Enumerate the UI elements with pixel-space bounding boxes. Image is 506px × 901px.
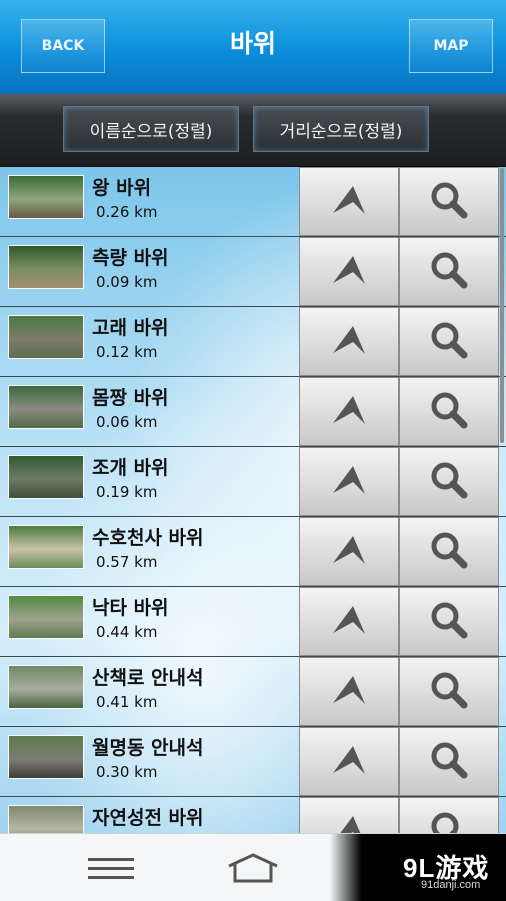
navigate-arrow-icon xyxy=(329,673,369,711)
rock-thumbnail xyxy=(8,595,84,639)
sort-by-distance-button[interactable]: 거리순으로(정렬) xyxy=(253,106,429,152)
rock-thumbnail xyxy=(8,525,84,569)
navigate-arrow-icon xyxy=(329,183,369,221)
list-item[interactable]: 자연성전 바위 xyxy=(0,797,506,833)
home-icon[interactable] xyxy=(226,853,280,883)
magnifier-icon xyxy=(429,320,469,364)
app-header: BACK 바위 MAP xyxy=(0,0,506,94)
search-button[interactable] xyxy=(399,307,499,376)
search-button[interactable] xyxy=(399,797,499,833)
navigate-arrow-icon xyxy=(329,743,369,781)
magnifier-icon xyxy=(429,740,469,784)
magnifier-icon xyxy=(429,670,469,714)
rock-thumbnail xyxy=(8,315,84,359)
map-button[interactable]: MAP xyxy=(409,19,493,73)
rock-distance: 0.09 km xyxy=(96,273,158,291)
rock-thumbnail xyxy=(8,455,84,499)
search-button[interactable] xyxy=(399,727,499,796)
rock-distance: 0.12 km xyxy=(96,343,158,361)
rock-thumbnail xyxy=(8,735,84,779)
navigate-arrow-icon xyxy=(329,463,369,501)
rock-distance: 0.06 km xyxy=(96,413,158,431)
navigate-button[interactable] xyxy=(299,377,399,446)
magnifier-icon xyxy=(429,460,469,504)
rock-distance: 0.19 km xyxy=(96,483,158,501)
navigate-button[interactable] xyxy=(299,237,399,306)
rock-name: 고래 바위 xyxy=(92,317,169,339)
rock-thumbnail xyxy=(8,175,84,219)
rock-thumbnail xyxy=(8,665,84,709)
list-item[interactable]: 측량 바위 0.09 km xyxy=(0,237,506,307)
list-item[interactable]: 낙타 바위 0.44 km xyxy=(0,587,506,657)
navigate-button[interactable] xyxy=(299,727,399,796)
navigate-arrow-icon xyxy=(329,533,369,571)
watermark-url: 91danji.com xyxy=(421,879,481,891)
search-button[interactable] xyxy=(399,167,499,236)
rock-name: 산책로 안내석 xyxy=(92,667,204,689)
list-item[interactable]: 월명동 안내석 0.30 km xyxy=(0,727,506,797)
list-item[interactable]: 고래 바위 0.12 km xyxy=(0,307,506,377)
sort-toolbar: 이름순으로(정렬) 거리순으로(정렬) xyxy=(0,94,506,168)
navigate-arrow-icon xyxy=(329,323,369,361)
magnifier-icon xyxy=(429,530,469,574)
search-button[interactable] xyxy=(399,447,499,516)
magnifier-icon xyxy=(429,600,469,644)
navigate-button[interactable] xyxy=(299,307,399,376)
search-button[interactable] xyxy=(399,377,499,446)
navigate-button[interactable] xyxy=(299,447,399,516)
rock-distance: 0.57 km xyxy=(96,553,158,571)
rock-name: 측량 바위 xyxy=(92,247,169,269)
list-item[interactable]: 왕 바위 0.26 km xyxy=(0,167,506,237)
navigate-button[interactable] xyxy=(299,587,399,656)
navigate-button[interactable] xyxy=(299,517,399,586)
rock-thumbnail xyxy=(8,245,84,289)
rock-thumbnail xyxy=(8,385,84,429)
list-scrollbar[interactable] xyxy=(500,168,504,443)
search-button[interactable] xyxy=(399,237,499,306)
sort-by-name-button[interactable]: 이름순으로(정렬) xyxy=(63,106,239,152)
list-item[interactable]: 몸짱 바위 0.06 km xyxy=(0,377,506,447)
navigate-arrow-icon xyxy=(329,603,369,641)
rock-name: 낙타 바위 xyxy=(92,597,169,619)
search-button[interactable] xyxy=(399,517,499,586)
navigate-arrow-icon xyxy=(329,813,369,833)
rock-name: 조개 바위 xyxy=(92,457,169,479)
rock-distance: 0.26 km xyxy=(96,203,158,221)
list-item[interactable]: 수호천사 바위 0.57 km xyxy=(0,517,506,587)
rock-name: 몸짱 바위 xyxy=(92,387,169,409)
magnifier-icon xyxy=(429,390,469,434)
rock-distance: 0.41 km xyxy=(96,693,158,711)
rock-distance: 0.30 km xyxy=(96,763,158,781)
list-item[interactable]: 산책로 안내석 0.41 km xyxy=(0,657,506,727)
navigate-arrow-icon xyxy=(329,253,369,291)
search-button[interactable] xyxy=(399,587,499,656)
search-button[interactable] xyxy=(399,657,499,726)
magnifier-icon xyxy=(429,180,469,224)
navigate-button[interactable] xyxy=(299,657,399,726)
rock-name: 수호천사 바위 xyxy=(92,527,204,549)
rock-name: 자연성전 바위 xyxy=(92,807,204,829)
rock-name: 왕 바위 xyxy=(92,177,152,199)
rock-thumbnail xyxy=(8,805,84,833)
navigate-button[interactable] xyxy=(299,797,399,833)
magnifier-icon xyxy=(429,810,469,833)
magnifier-icon xyxy=(429,250,469,294)
rock-name: 월명동 안내석 xyxy=(92,737,204,759)
navigate-button[interactable] xyxy=(299,167,399,236)
rock-list[interactable]: 왕 바위 0.26 km 측량 바위 0.09 km 고래 바위 0.12 km 몸짱 바위… xyxy=(0,167,506,833)
list-item[interactable]: 조개 바위 0.19 km xyxy=(0,447,506,517)
rock-distance: 0.44 km xyxy=(96,623,158,641)
menu-icon[interactable] xyxy=(88,858,134,880)
navigate-arrow-icon xyxy=(329,393,369,431)
